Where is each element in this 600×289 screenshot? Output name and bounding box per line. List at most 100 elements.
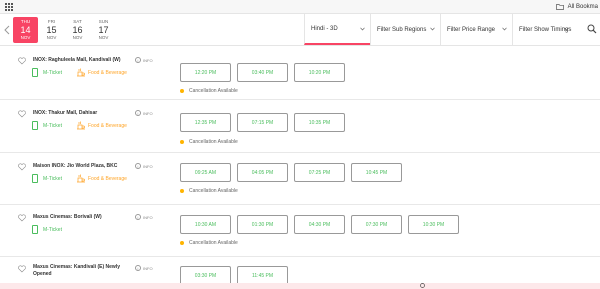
- showtime-button[interactable]: 07:30 PM: [351, 215, 402, 234]
- mticket-label: M-Ticket: [43, 122, 62, 129]
- cancellation-dot-icon: [180, 189, 184, 193]
- food-beverage-icon: [76, 68, 85, 77]
- chevron-down-icon: [502, 27, 507, 31]
- filters: Hindi - 3D Filter Sub Regions Filter Pri…: [304, 14, 574, 45]
- mticket-label: M-Ticket: [43, 69, 62, 76]
- amenities: M-Ticket: [32, 225, 76, 234]
- show-timings-filter-dropdown[interactable]: Filter Show Timings: [512, 14, 574, 45]
- venue-row: INOX: Thakur Mall, Dahisar i INFO M-Tick…: [0, 101, 600, 153]
- cancellation-note: Cancellation Available: [180, 139, 238, 145]
- heart-icon[interactable]: [18, 214, 26, 222]
- venue-name[interactable]: INOX: Thakur Mall, Dahisar: [33, 110, 143, 117]
- mobile-ticket-icon: [32, 121, 38, 130]
- chevron-left-icon: [4, 25, 10, 35]
- food-beverage-icon: [76, 121, 85, 130]
- heart-icon[interactable]: [18, 110, 26, 118]
- date-month: NOV: [72, 35, 83, 40]
- date-day: 15: [46, 25, 57, 35]
- cancellation-label: Cancellation Available: [189, 88, 238, 94]
- showtime-button[interactable]: 10:30 AM: [180, 215, 231, 234]
- showtime-button[interactable]: 09:25 AM: [180, 163, 231, 182]
- previous-dates-button[interactable]: [3, 23, 11, 37]
- showtime-button[interactable]: 03:40 PM: [237, 63, 288, 82]
- bottom-bar: [0, 283, 600, 289]
- mticket-label: M-Ticket: [43, 226, 62, 233]
- date-day: 14: [20, 25, 31, 35]
- venue-name[interactable]: Maxus Cinemas: Kandivali (E) Newly Opene…: [33, 264, 133, 278]
- info-label: INFO: [143, 163, 153, 169]
- sub-regions-filter-label: Filter Sub Regions: [377, 26, 427, 33]
- heart-icon[interactable]: [18, 265, 26, 273]
- showtime-button[interactable]: 07:15 PM: [237, 113, 288, 132]
- cancellation-dot-icon: [180, 140, 184, 144]
- folder-icon: [555, 4, 564, 10]
- chevron-down-icon: [360, 27, 365, 31]
- search-icon[interactable]: [420, 283, 426, 289]
- sub-regions-filter-dropdown[interactable]: Filter Sub Regions: [370, 14, 440, 45]
- date-month: NOV: [98, 35, 109, 40]
- all-bookmarks-button[interactable]: All Bookma: [555, 1, 600, 13]
- chevron-down-icon: [564, 27, 569, 31]
- all-bookmarks-label: All Bookma: [567, 4, 598, 10]
- search-icon[interactable]: [587, 24, 597, 34]
- date-month: NOV: [20, 35, 31, 40]
- info-icon: i: [135, 214, 141, 220]
- info-button[interactable]: i INFO: [135, 57, 153, 63]
- venue-name[interactable]: INOX: Raghuleela Mall, Kandivali (W): [33, 57, 143, 64]
- mobile-ticket-icon: [32, 174, 38, 183]
- food-label: Food & Beverage: [87, 175, 127, 182]
- price-range-filter-dropdown[interactable]: Filter Price Range: [440, 14, 512, 45]
- showtime-button[interactable]: 10:35 PM: [294, 113, 345, 132]
- cancellation-label: Cancellation Available: [189, 188, 238, 194]
- date-day: 17: [98, 25, 109, 35]
- showtime-button[interactable]: 10:45 PM: [351, 163, 402, 182]
- cancellation-note: Cancellation Available: [180, 188, 238, 194]
- cancellation-note: Cancellation Available: [180, 240, 238, 246]
- showtime-button[interactable]: 12:35 PM: [180, 113, 231, 132]
- browser-bookmark-bar: All Bookma: [0, 0, 600, 14]
- heart-icon[interactable]: [18, 57, 26, 65]
- amenities: M-Ticket Food & Beverage: [32, 68, 127, 77]
- showtime-button[interactable]: 10:30 PM: [408, 215, 459, 234]
- showtime-button[interactable]: 07:25 PM: [294, 163, 345, 182]
- venue-name[interactable]: Maxus Cinemas: Borivali (W): [33, 214, 143, 221]
- food-beverage-icon: [76, 174, 85, 183]
- amenities: M-Ticket Food & Beverage: [32, 174, 127, 183]
- date-month: NOV: [46, 35, 57, 40]
- language-filter-dropdown[interactable]: Hindi - 3D: [304, 14, 370, 45]
- venue-row: INOX: Raghuleela Mall, Kandivali (W) i I…: [0, 47, 600, 100]
- showtimes: 10:30 AM 01:30 PM 04:30 PM 07:30 PM 10:3…: [180, 215, 465, 234]
- price-range-filter-label: Filter Price Range: [447, 26, 496, 33]
- cancellation-dot-icon: [180, 89, 184, 93]
- cancellation-dot-icon: [180, 241, 184, 245]
- showtime-button[interactable]: 04:30 PM: [294, 215, 345, 234]
- showtime-button[interactable]: 10:20 PM: [294, 63, 345, 82]
- info-icon: i: [135, 163, 141, 169]
- date-option[interactable]: SUN 17 NOV: [91, 17, 116, 43]
- cancellation-label: Cancellation Available: [189, 240, 238, 246]
- info-button[interactable]: i INFO: [135, 214, 153, 220]
- date-option[interactable]: SAT 16 NOV: [65, 17, 90, 43]
- info-button[interactable]: i INFO: [135, 265, 153, 271]
- info-button[interactable]: i INFO: [135, 163, 153, 169]
- food-label: Food & Beverage: [87, 69, 127, 76]
- heart-icon[interactable]: [18, 163, 26, 171]
- date-option[interactable]: FRI 15 NOV: [39, 17, 64, 43]
- showtime-button[interactable]: 01:30 PM: [237, 215, 288, 234]
- chevron-down-icon: [430, 27, 435, 31]
- date-selector: THU 14 NOV FRI 15 NOV SAT 16 NOV SUN 17 …: [13, 17, 117, 43]
- cancellation-label: Cancellation Available: [189, 139, 238, 145]
- showtimes: 12:20 PM 03:40 PM 10:20 PM: [180, 63, 351, 82]
- info-button[interactable]: i INFO: [135, 110, 153, 116]
- date-filter-bar: THU 14 NOV FRI 15 NOV SAT 16 NOV SUN 17 …: [0, 14, 600, 46]
- venue-name[interactable]: Maison INOX: Jio World Plaza, BKC: [33, 163, 143, 170]
- mticket-label: M-Ticket: [43, 175, 62, 182]
- showtime-button[interactable]: 12:20 PM: [180, 63, 231, 82]
- mobile-ticket-icon: [32, 225, 38, 234]
- showtimes: 09:25 AM 04:05 PM 07:25 PM 10:45 PM: [180, 163, 408, 182]
- date-option[interactable]: THU 14 NOV: [13, 17, 38, 43]
- apps-grid-icon[interactable]: [5, 3, 13, 11]
- showtime-button[interactable]: 04:05 PM: [237, 163, 288, 182]
- mobile-ticket-icon: [32, 68, 38, 77]
- amenities: M-Ticket Food & Beverage: [32, 121, 127, 130]
